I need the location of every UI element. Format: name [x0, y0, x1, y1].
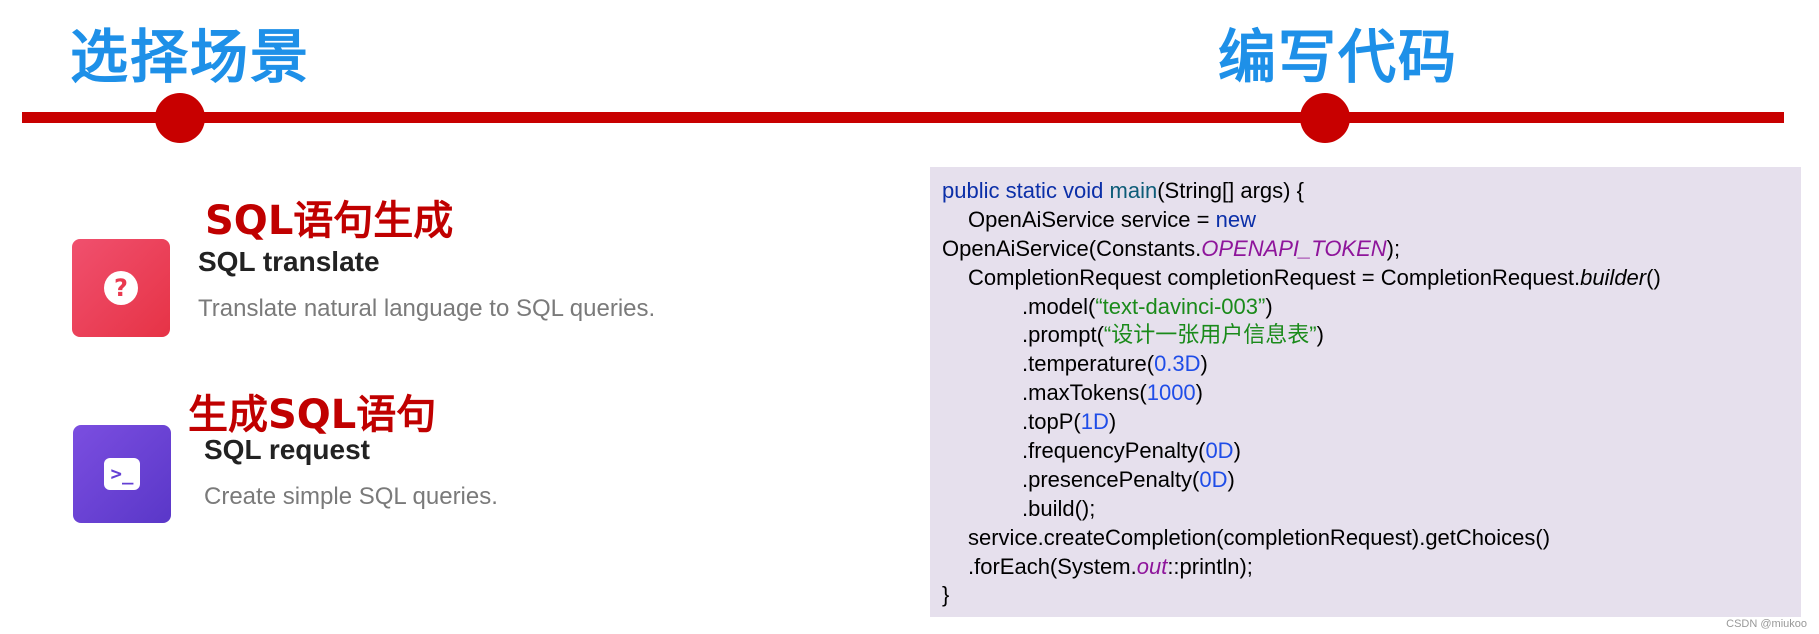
code-text: ::println);	[1167, 553, 1253, 579]
code-method-name: main	[1109, 178, 1158, 203]
sql-request-card-icon[interactable]: >_	[73, 425, 171, 523]
code-text: );	[1386, 235, 1401, 261]
code-text: )	[1227, 466, 1235, 492]
code-text: )	[1200, 351, 1208, 377]
code-string: “text-davinci-003”	[1095, 293, 1266, 319]
code-number: 0D	[1205, 438, 1234, 464]
code-line: CompletionRequest completionRequest = Co…	[942, 264, 1789, 293]
code-line: .build();	[942, 495, 1789, 524]
timeline-dot-step-2	[1300, 93, 1350, 143]
code-text: ()	[1646, 264, 1661, 290]
code-block: public static void main(String[] args) {…	[930, 167, 1801, 617]
sql-translate-title[interactable]: SQL translate	[198, 246, 380, 278]
code-line: .topP(1D)	[942, 408, 1789, 437]
sql-request-description: Create simple SQL queries.	[204, 483, 498, 510]
step-title-select-scene: 选择场景	[70, 23, 311, 91]
code-number: 1000	[1146, 380, 1196, 406]
code-number: 1D	[1080, 409, 1109, 435]
card-1-label: SQL语句生成	[205, 198, 454, 244]
code-text: .temperature(	[1022, 351, 1155, 377]
code-text: service.createCompletion(completionReque…	[968, 524, 1551, 550]
code-string: “设计一张用户信息表”	[1103, 322, 1317, 348]
code-line: public static void main(String[] args) {	[942, 177, 1789, 206]
sql-translate-description: Translate natural language to SQL querie…	[198, 295, 656, 322]
code-text: .build();	[1022, 495, 1096, 521]
code-keyword: public static void	[942, 178, 1110, 203]
code-line: service.createCompletion(completionReque…	[942, 524, 1789, 553]
timeline-dot-step-1	[155, 93, 205, 143]
code-line: .temperature(0.3D)	[942, 350, 1789, 379]
code-text: .presencePenalty(	[1022, 466, 1200, 492]
sql-request-title[interactable]: SQL request	[204, 434, 370, 466]
code-text: )	[1108, 409, 1117, 435]
code-line: .forEach(System.out::println);	[942, 553, 1789, 582]
watermark: CSDN @miukoo	[1726, 618, 1807, 630]
code-number: 0.3D	[1154, 351, 1201, 377]
card-2-label: 生成SQL语句	[188, 392, 437, 438]
code-constant: out	[1136, 553, 1168, 579]
code-keyword: new	[1215, 206, 1256, 232]
code-text: (String[] args) {	[1157, 178, 1304, 203]
code-constant: OPENAPI_TOKEN	[1201, 235, 1387, 261]
code-line: .frequencyPenalty(0D)	[942, 437, 1789, 466]
code-text: .model(	[1022, 293, 1096, 319]
code-text: )	[1265, 293, 1273, 319]
code-method-italic: builder	[1580, 264, 1647, 290]
question-icon: ?	[104, 271, 138, 305]
code-number: 0D	[1199, 466, 1228, 492]
terminal-icon: >_	[104, 458, 140, 490]
code-line: .prompt(“设计一张用户信息表”)	[942, 321, 1789, 350]
code-line: }	[942, 581, 1789, 610]
code-line: OpenAiService service = new	[942, 206, 1789, 235]
code-line: .presencePenalty(0D)	[942, 466, 1789, 495]
step-title-write-code: 编写代码	[1218, 23, 1459, 91]
code-text: OpenAiService service =	[968, 206, 1216, 232]
code-text: OpenAiService(Constants.	[942, 235, 1202, 261]
code-line: .maxTokens(1000)	[942, 379, 1789, 408]
timeline-bar	[22, 112, 1784, 123]
code-text: .maxTokens(	[1022, 380, 1147, 406]
code-line: .model(“text-davinci-003”)	[942, 293, 1789, 322]
code-line: OpenAiService(Constants.OPENAPI_TOKEN);	[942, 235, 1789, 264]
code-text: .frequencyPenalty(	[1022, 438, 1206, 464]
code-text: )	[1195, 380, 1203, 406]
sql-translate-card-icon[interactable]: ?	[72, 239, 170, 337]
code-text: .prompt(	[1022, 322, 1104, 348]
code-text: .forEach(System.	[968, 553, 1137, 579]
code-text: }	[942, 582, 950, 608]
code-text: )	[1316, 322, 1324, 348]
code-text: CompletionRequest completionRequest = Co…	[968, 264, 1581, 290]
code-text: )	[1233, 438, 1241, 464]
code-text: .topP(	[1022, 409, 1081, 435]
